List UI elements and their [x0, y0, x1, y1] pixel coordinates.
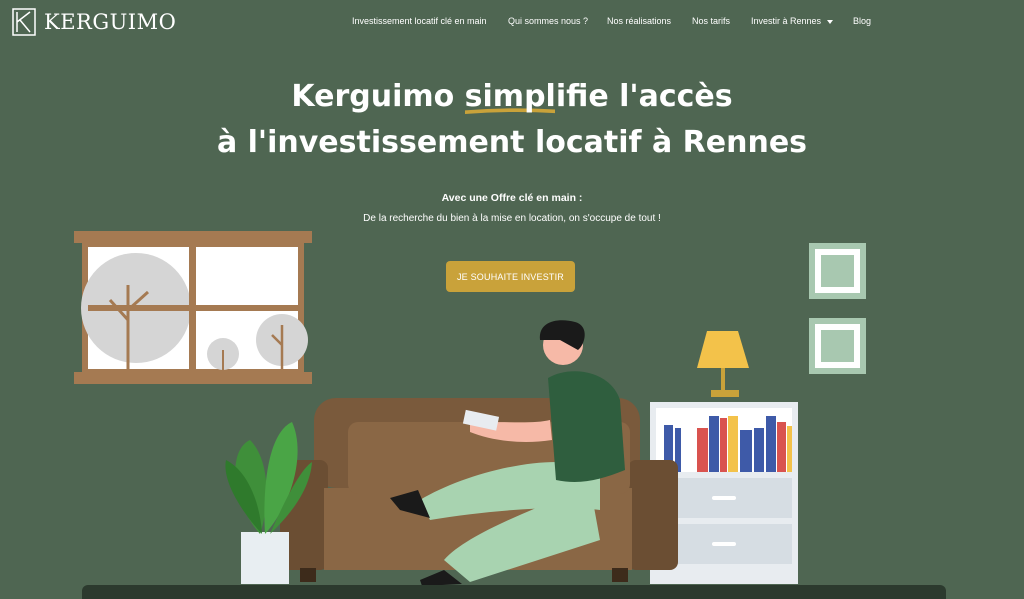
- hero-description: De la recherche du bien à la mise en loc…: [363, 213, 661, 224]
- sofa: [280, 398, 678, 582]
- hero-title-line-1: Kerguimo simplifie l'accès: [0, 74, 1024, 120]
- bookshelf: [650, 402, 798, 584]
- house-logo-icon: [12, 8, 36, 36]
- hero-title-part1: Kerguimo: [291, 79, 465, 114]
- hero-subtitle: Avec une Offre clé en main :: [441, 192, 583, 204]
- nav-item-investissement[interactable]: Investissement locatif clé en main: [352, 16, 487, 26]
- window-illustration: [74, 231, 312, 384]
- nav-item-investir-rennes[interactable]: Investir à Rennes: [751, 16, 834, 26]
- invest-cta-button[interactable]: JE SOUHAITE INVESTIR: [446, 261, 575, 292]
- brand-name: KERGUIMO: [44, 10, 177, 34]
- nav-item-qui-sommes-nous[interactable]: Qui sommes nous ?: [508, 16, 588, 26]
- man-reading: [390, 320, 625, 586]
- wall-frames: [809, 243, 866, 374]
- floor: [82, 585, 946, 599]
- nav-item-investir-rennes-label: Investir à Rennes: [751, 16, 822, 26]
- hero-title-line-2: à l'investissement locatif à Rennes: [216, 125, 808, 160]
- hero-title-highlight: simplifie l'accès: [464, 79, 733, 114]
- hero-title: Kerguimo simplifie l'accès à l'investiss…: [0, 74, 1024, 166]
- chevron-down-icon: [827, 19, 834, 24]
- nav-item-blog[interactable]: Blog: [853, 16, 871, 26]
- hero-title-highlight-wrap: simplifie l'accès: [464, 74, 733, 120]
- nav-item-realisations[interactable]: Nos réalisations: [607, 16, 671, 26]
- brand-logo[interactable]: KERGUIMO: [12, 8, 176, 36]
- lamp: [697, 331, 749, 397]
- nav-item-tarifs[interactable]: Nos tarifs: [692, 16, 730, 26]
- plant: [225, 422, 312, 584]
